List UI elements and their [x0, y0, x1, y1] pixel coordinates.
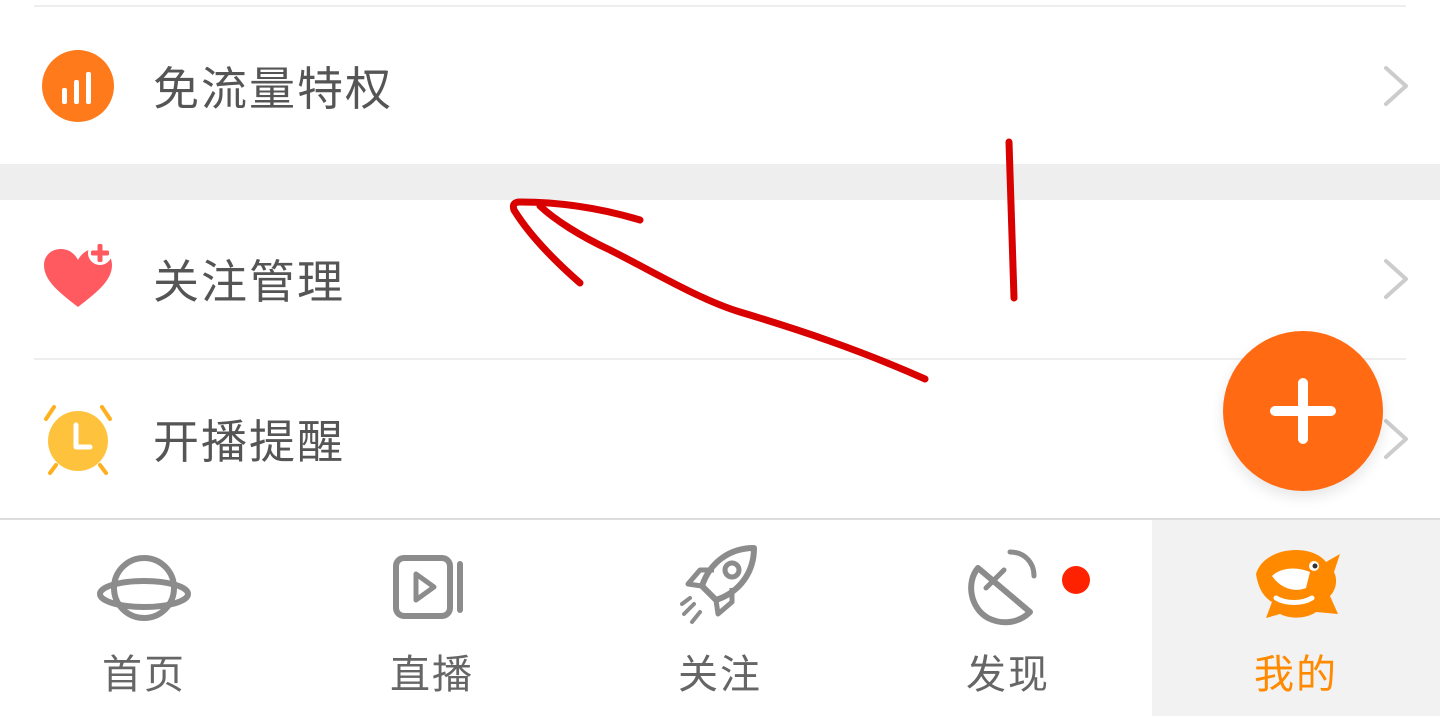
tab-label: 发现: [966, 652, 1050, 698]
alarm-clock-icon: [44, 405, 112, 475]
tab-label: 关注: [678, 652, 762, 698]
mascot-icon: [1256, 550, 1340, 618]
chevron-right-icon: [1384, 419, 1408, 459]
heart-plus-icon: [44, 241, 112, 307]
tab-discover[interactable]: 发现: [864, 520, 1152, 716]
bottom-tab-bar: 首页 直播 关注 发现 我的: [0, 518, 1440, 716]
tab-label: 直播: [390, 652, 474, 698]
notification-dot: [1062, 566, 1090, 594]
tab-follow[interactable]: 关注: [576, 520, 864, 716]
menu-item-label: 开播提醒: [153, 415, 345, 469]
tab-home[interactable]: 首页: [0, 520, 288, 716]
tab-label: 首页: [102, 652, 186, 698]
planet-icon: [97, 555, 191, 621]
plus-icon: [1270, 378, 1336, 444]
tab-live[interactable]: 直播: [288, 520, 576, 716]
data-bars-icon: [42, 49, 114, 122]
section-gap: [0, 164, 1440, 200]
rocket-icon: [680, 545, 757, 624]
screen: 免流量特权 关注管理 开播提醒 首页 直播 关注 发现 我的: [0, 0, 1440, 716]
menu-item-label: 免流量特权: [153, 61, 393, 116]
tab-label: 我的: [1254, 652, 1338, 698]
chevron-right-icon: [1384, 65, 1408, 106]
menu-item-free-data[interactable]: 免流量特权: [0, 7, 1440, 164]
tab-mine[interactable]: 我的: [1152, 520, 1440, 716]
menu-item-label: 关注管理: [153, 255, 345, 309]
add-button[interactable]: [1223, 331, 1383, 491]
play-video-icon: [393, 555, 463, 619]
satellite-dish-icon: [968, 549, 1037, 626]
chevron-right-icon: [1384, 259, 1408, 299]
